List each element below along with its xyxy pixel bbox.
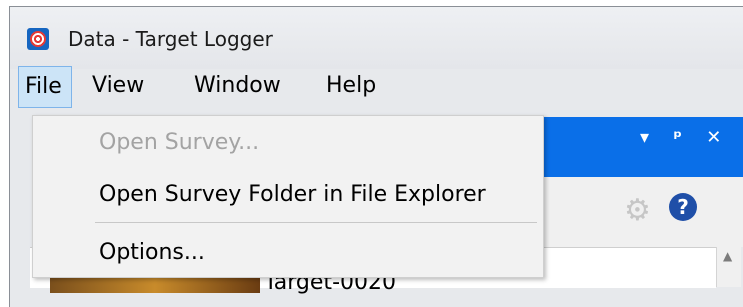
close-icon[interactable]: ✕ — [706, 127, 721, 148]
menu-window[interactable]: Window — [186, 66, 289, 108]
menu-item-options[interactable]: Options... — [99, 240, 205, 265]
dock-panel-controls: ▾ ᵖ ✕ — [640, 127, 721, 148]
menu-bar: File View Window Help — [18, 66, 718, 108]
menu-file[interactable]: File — [18, 66, 72, 108]
vertical-scrollbar[interactable]: ▲ — [716, 247, 741, 287]
gear-icon[interactable]: ⚙ — [624, 193, 651, 228]
menu-view[interactable]: View — [84, 66, 152, 108]
window-title: Data - Target Logger — [68, 27, 273, 51]
pin-icon[interactable]: ᵖ — [673, 127, 682, 148]
scroll-up-icon[interactable]: ▲ — [723, 249, 732, 263]
menu-item-open-survey[interactable]: Open Survey... — [99, 130, 259, 155]
help-icon[interactable]: ? — [669, 193, 697, 221]
target-icon — [27, 28, 49, 50]
menu-separator — [95, 222, 537, 223]
menu-item-open-survey-folder[interactable]: Open Survey Folder in File Explorer — [99, 182, 486, 207]
menu-help[interactable]: Help — [318, 66, 384, 108]
file-menu-dropdown: Open Survey... Open Survey Folder in Fil… — [32, 115, 544, 278]
chevron-down-icon[interactable]: ▾ — [640, 127, 649, 148]
title-bar: Data - Target Logger — [10, 7, 743, 69]
